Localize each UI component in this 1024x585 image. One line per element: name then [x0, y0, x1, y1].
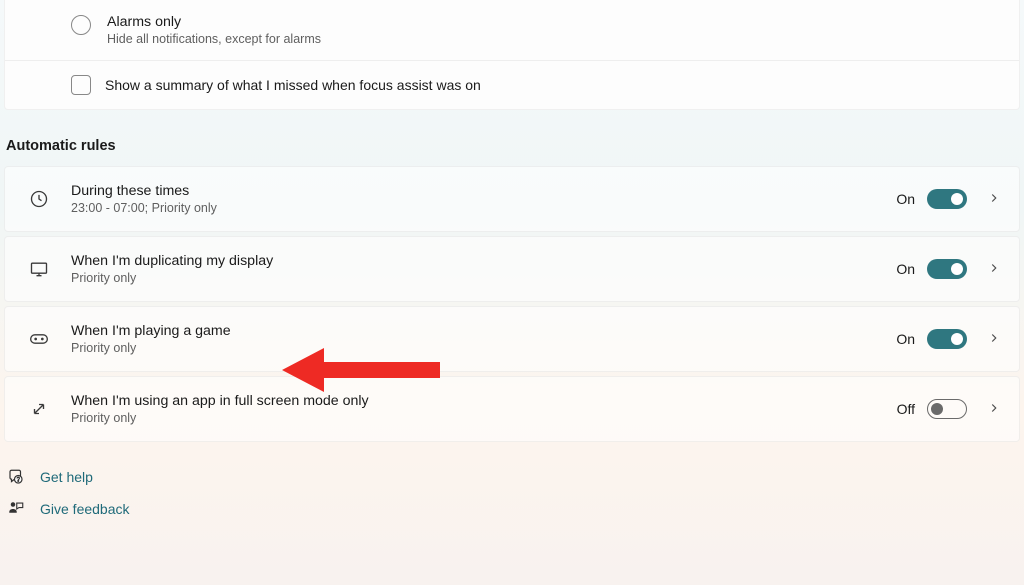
chevron-right-icon [987, 401, 1001, 418]
get-help-link[interactable]: Get help [6, 468, 1024, 486]
rule-game-title: When I'm playing a game [71, 323, 896, 339]
summary-checkbox-label: Show a summary of what I missed when foc… [105, 77, 481, 93]
rule-fullscreen-state: Off [897, 401, 915, 417]
give-feedback-label: Give feedback [40, 501, 130, 517]
rule-display-toggle[interactable] [927, 259, 967, 279]
chevron-right-icon [987, 261, 1001, 278]
rule-fullscreen-subtitle: Priority only [71, 411, 897, 425]
checkbox-unchecked-icon [71, 75, 91, 95]
rule-display-state: On [896, 261, 915, 277]
chevron-right-icon [987, 331, 1001, 348]
rule-during-times[interactable]: During these times 23:00 - 07:00; Priori… [4, 166, 1020, 232]
rule-display-subtitle: Priority only [71, 271, 896, 285]
help-icon [6, 468, 26, 486]
rule-times-state: On [896, 191, 915, 207]
rule-fullscreen-toggle[interactable] [927, 399, 967, 419]
alarms-only-subtitle: Hide all notifications, except for alarm… [107, 32, 321, 46]
chevron-right-icon [987, 191, 1001, 208]
rule-duplicating-display[interactable]: When I'm duplicating my display Priority… [4, 236, 1020, 302]
rule-fullscreen-texts: When I'm using an app in full screen mod… [71, 393, 897, 425]
get-help-label: Get help [40, 469, 93, 485]
rule-fullscreen-app[interactable]: When I'm using an app in full screen mod… [4, 376, 1020, 442]
give-feedback-link[interactable]: Give feedback [6, 500, 1024, 518]
alarms-only-radio-row[interactable]: Alarms only Hide all notifications, exce… [5, 0, 1019, 60]
gamepad-icon [27, 327, 51, 351]
radio-unchecked-icon [71, 15, 91, 35]
alarms-only-title: Alarms only [107, 14, 321, 30]
automatic-rules-header: Automatic rules [0, 110, 1024, 166]
expand-icon [27, 397, 51, 421]
rule-display-texts: When I'm duplicating my display Priority… [71, 253, 896, 285]
rule-game-state: On [896, 331, 915, 347]
rule-display-title: When I'm duplicating my display [71, 253, 896, 269]
clock-icon [27, 187, 51, 211]
rule-times-title: During these times [71, 183, 896, 199]
focus-assist-options-card: Alarms only Hide all notifications, exce… [4, 0, 1020, 110]
alarms-only-texts: Alarms only Hide all notifications, exce… [107, 14, 321, 46]
rule-times-toggle[interactable] [927, 189, 967, 209]
rule-times-texts: During these times 23:00 - 07:00; Priori… [71, 183, 896, 215]
summary-checkbox-row[interactable]: Show a summary of what I missed when foc… [5, 61, 1019, 109]
feedback-icon [6, 500, 26, 518]
rule-playing-game[interactable]: When I'm playing a game Priority only On [4, 306, 1020, 372]
monitor-icon [27, 257, 51, 281]
rule-game-subtitle: Priority only [71, 341, 896, 355]
footer-links: Get help Give feedback [0, 446, 1024, 518]
rule-fullscreen-title: When I'm using an app in full screen mod… [71, 393, 897, 409]
rule-game-texts: When I'm playing a game Priority only [71, 323, 896, 355]
rule-game-toggle[interactable] [927, 329, 967, 349]
rule-times-subtitle: 23:00 - 07:00; Priority only [71, 201, 896, 215]
